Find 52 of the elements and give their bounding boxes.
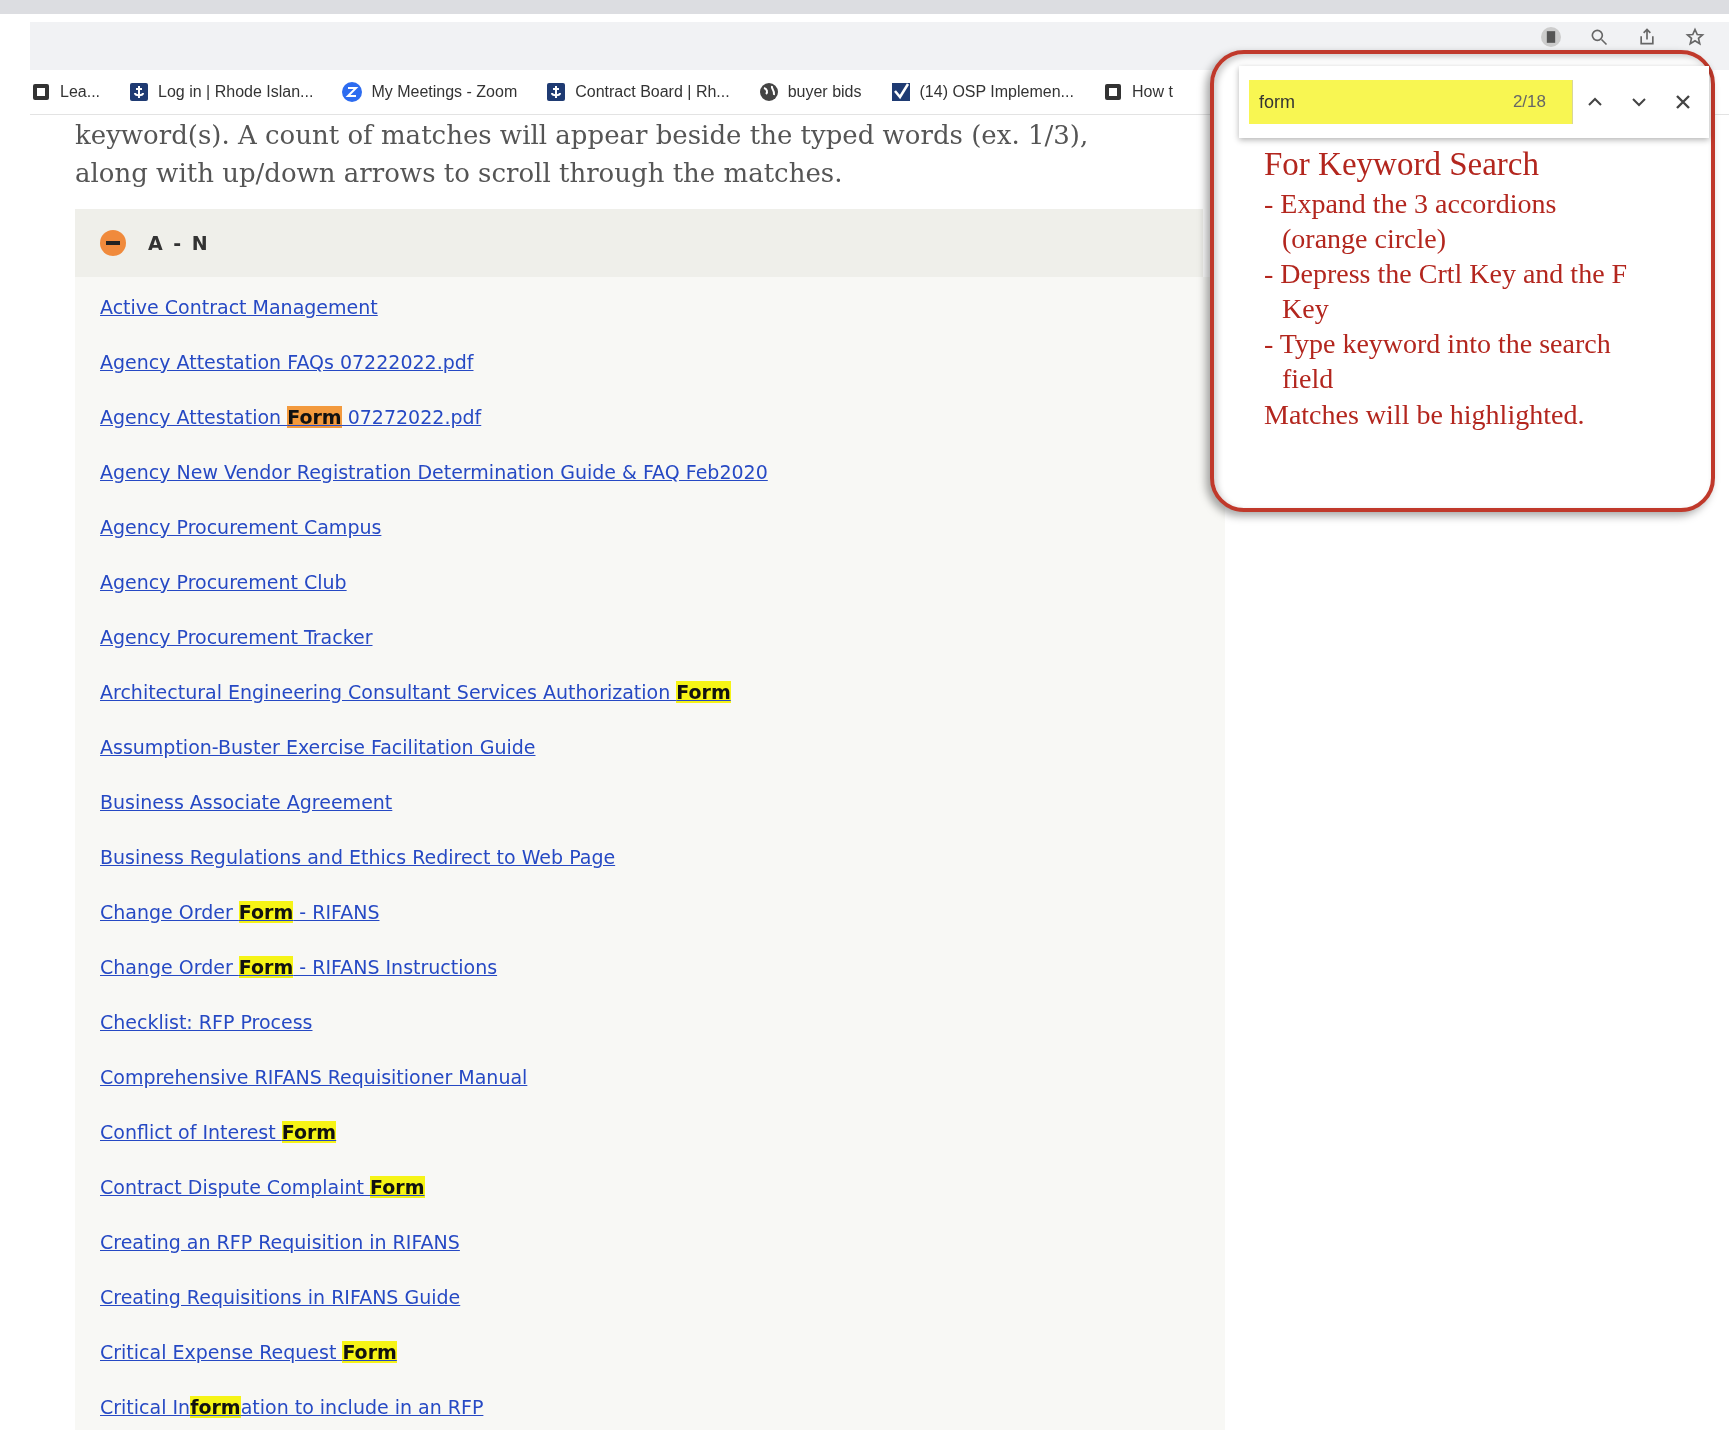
intro-text: keyword(s). A count of matches will appear beside the typed words (ex. 1/3),	[75, 119, 1090, 152]
share-icon[interactable]	[1637, 27, 1657, 47]
document-link[interactable]: Agency Procurement Tracker	[100, 623, 373, 651]
document-link[interactable]: Contract Dispute Complaint Form	[100, 1173, 425, 1201]
find-input[interactable]: form	[1249, 80, 1513, 124]
checkmark-icon	[889, 81, 912, 103]
bookmark[interactable]: Log in | Rhode Islan...	[128, 81, 314, 103]
callout-title: For Keyword Search	[1264, 145, 1540, 184]
find-field[interactable]: form 2/18	[1249, 80, 1573, 124]
document-link[interactable]: Creating Requisitions in RIFANS Guide	[100, 1283, 461, 1311]
document-link[interactable]: Agency New Vendor Registration Determination Guide & FAQ Feb2020	[100, 458, 768, 486]
anchor-icon	[545, 81, 568, 103]
minus-icon	[100, 230, 126, 256]
instruction-step: - Type keyword into the search field	[1264, 326, 1642, 396]
chevron-down-icon	[1630, 96, 1648, 108]
accordion-header[interactable]: A - N	[75, 209, 1203, 277]
document-icon[interactable]	[1541, 27, 1561, 47]
close-icon	[1675, 94, 1691, 110]
bookmark[interactable]: Contract Board | Rh...	[545, 81, 730, 103]
document-link[interactable]: Critical Expense Request Form	[100, 1338, 397, 1366]
bookmark[interactable]: How t	[1101, 81, 1173, 103]
document-link[interactable]: Creating an RFP Requisition in RIFANS	[100, 1228, 460, 1256]
callout-note: Matches will be highlighted.	[1264, 398, 1586, 432]
document-link[interactable]: Change Order Form - RIFANS Instructions	[100, 953, 498, 981]
bookmark[interactable]: buyer bids	[757, 81, 862, 103]
instruction-step: - Expand the 3 accordions (orange circle)	[1264, 186, 1642, 256]
document-link[interactable]: Conflict of Interest Form	[100, 1118, 337, 1146]
document-link[interactable]: Agency Attestation Form 07272022.pdf	[100, 403, 482, 431]
document-link[interactable]: Change Order Form - RIFANS	[100, 898, 380, 926]
document-link[interactable]: Architectural Engineering Consultant Services Authorization Form	[100, 678, 731, 706]
document-link[interactable]: Comprehensive RIFANS Requisitioner Manual	[100, 1063, 528, 1091]
anchor-icon	[128, 81, 151, 103]
document-link[interactable]: Business Associate Agreement	[100, 788, 393, 816]
instruction-step: - Depress the Crtl Key and the F Key	[1264, 256, 1642, 326]
star-icon[interactable]	[1685, 27, 1705, 47]
document-link[interactable]: Checklist: RFP Process	[100, 1008, 313, 1036]
chevron-up-icon	[1586, 96, 1604, 108]
document-link[interactable]: Agency Attestation FAQs 07222022.pdf	[100, 348, 474, 376]
document-link[interactable]: Agency Procurement Campus	[100, 513, 382, 541]
zoom-icon[interactable]	[1589, 27, 1609, 47]
accordion-title: A - N	[148, 232, 210, 254]
bookmark[interactable]: My Meetings - Zoom	[341, 81, 518, 103]
document-link[interactable]: Business Regulations and Ethics Redirect to Web Page	[100, 843, 616, 871]
bookmark[interactable]: (14) OSP Implemen...	[889, 81, 1074, 103]
zoom-icon	[341, 81, 364, 103]
intro-text: along with up/down arrows to scroll through the matches.	[75, 157, 844, 190]
globe-icon	[757, 81, 780, 103]
match-count: 2/18	[1512, 80, 1573, 124]
document-link[interactable]: Assumption-Buster Exercise Facilitation Guide	[100, 733, 536, 761]
document-link[interactable]: Active Contract Management	[100, 293, 378, 321]
bookmark[interactable]: Lea...	[30, 81, 101, 103]
document-link[interactable]: Agency Procurement Club	[100, 568, 347, 596]
